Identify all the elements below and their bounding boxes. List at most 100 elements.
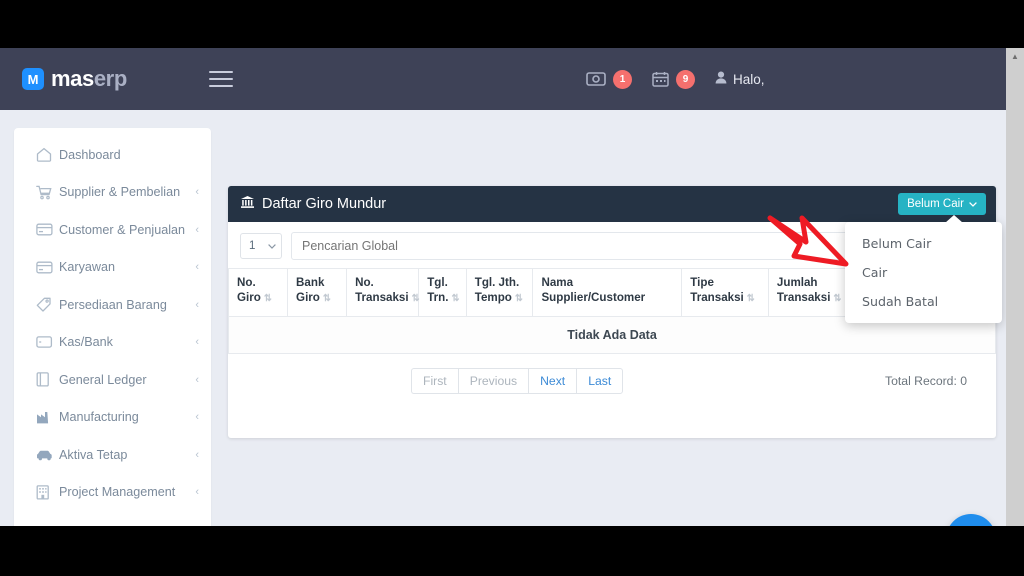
sidebar-item-general-ledger[interactable]: General Ledger ‹	[14, 361, 211, 399]
chevron-left-icon: ‹	[195, 336, 199, 349]
sort-icon: ⇅	[263, 292, 272, 304]
sidebar-item-label: Aktiva Tetap	[59, 447, 128, 462]
money-badge: 1	[613, 69, 632, 89]
chat-bubble-icon	[959, 524, 984, 526]
sort-icon: ⇅	[322, 292, 331, 304]
chevron-down-icon	[268, 242, 276, 251]
calendar-icon	[652, 71, 669, 87]
sidebar-item-project-management[interactable]: Project Management ‹	[14, 474, 211, 512]
card-icon	[36, 223, 59, 236]
chat-widget-button[interactable]	[946, 514, 996, 526]
dropdown-caret	[945, 215, 963, 223]
sort-icon: ⇅	[514, 292, 523, 304]
brand-mark-icon: M	[22, 68, 44, 90]
sidebar-item-label: Supplier & Pembelian	[59, 185, 181, 200]
col-label: Jumlah Transaksi	[776, 276, 831, 304]
chevron-left-icon: ‹	[195, 486, 199, 499]
sidebar-item-karyawan[interactable]: Karyawan ‹	[14, 249, 211, 287]
brand-name-bold: mas	[51, 66, 94, 91]
calendar-badge: 9	[676, 69, 695, 89]
book-icon	[36, 372, 59, 387]
col-tgl-trn[interactable]: Tgl. Trn. ⇅	[418, 268, 467, 317]
pager-next[interactable]: Next	[528, 368, 577, 394]
sidebar-item-label: Kas/Bank	[59, 335, 113, 350]
sidebar-item-label: Persediaan Barang	[59, 297, 167, 312]
dropdown-item-sudah-batal[interactable]: Sudah Batal	[845, 287, 1002, 316]
greeting-text: Halo,	[733, 71, 765, 87]
cart-icon	[36, 185, 59, 200]
sidebar-item-label: Manufacturing	[59, 410, 139, 425]
col-label: No. Transaksi	[355, 276, 409, 304]
chevron-left-icon: ‹	[195, 448, 199, 461]
money-notification[interactable]: 1	[586, 69, 632, 89]
sidebar-item-label: Karyawan	[59, 260, 116, 275]
navbar-actions: 1 9 Halo,	[586, 48, 765, 110]
col-tgl-jth-tempo[interactable]: Tgl. Jth. Tempo ⇅	[466, 268, 534, 317]
chevron-left-icon: ‹	[195, 223, 199, 236]
home-icon	[36, 147, 59, 162]
pagination: First Previous Next Last	[411, 368, 624, 394]
sidebar-item-aktiva-tetap[interactable]: Aktiva Tetap ‹	[14, 436, 211, 474]
app-viewport: M maserp 1 9 Halo, Dashboard Supplier & …	[0, 48, 1006, 526]
sidebar-item-manufacturing[interactable]: Manufacturing ‹	[14, 399, 211, 437]
card-header: Daftar Giro Mundur Belum Cair	[228, 186, 996, 222]
pager-last[interactable]: Last	[576, 368, 624, 394]
col-no-giro[interactable]: No. Giro ⇅	[227, 268, 289, 317]
status-filter-button[interactable]: Belum Cair	[898, 193, 986, 215]
dropdown-item-belum-cair[interactable]: Belum Cair	[845, 229, 1002, 258]
brand-name-dim: erp	[93, 66, 127, 91]
filter-button-label: Belum Cair	[907, 198, 964, 210]
col-no-transaksi[interactable]: No. Transaksi ⇅	[346, 268, 420, 317]
brand-logo[interactable]: M maserp	[22, 66, 127, 92]
sidebar-item-label: Project Management	[59, 485, 176, 500]
col-label: Tgl. Trn.	[427, 276, 449, 304]
top-navbar: M maserp 1 9 Halo,	[0, 48, 1006, 110]
sidebar-item-label: Customer & Penjualan	[59, 222, 186, 237]
page-size-value: 1	[249, 240, 256, 252]
chevron-left-icon: ‹	[195, 298, 199, 311]
sort-icon: ⇅	[833, 292, 841, 304]
chevron-left-icon: ‹	[195, 411, 199, 424]
factory-icon	[36, 411, 59, 424]
bank-icon	[240, 195, 255, 213]
dropdown-item-cair[interactable]: Cair	[845, 258, 1002, 287]
scroll-up-arrow-icon[interactable]: ▲	[1006, 48, 1024, 65]
sidebar-item-customer-penjualan[interactable]: Customer & Penjualan ‹	[14, 211, 211, 249]
col-tipe-transaksi[interactable]: Tipe Transaksi ⇅	[681, 268, 769, 317]
col-nama-supplier-customer[interactable]: Nama Supplier/Customer	[532, 268, 683, 317]
chevron-down-icon	[969, 198, 977, 210]
pager-previous[interactable]: Previous	[457, 368, 529, 394]
sort-icon: ⇅	[411, 292, 420, 304]
red-pointer-arrow	[766, 212, 852, 279]
col-label: No. Giro	[237, 276, 261, 304]
chevron-left-icon: ‹	[195, 261, 199, 274]
user-icon	[715, 71, 727, 87]
col-bank-giro[interactable]: Bank Giro ⇅	[287, 268, 348, 317]
sidebar-item-dashboard[interactable]: Dashboard	[14, 136, 211, 174]
hamburger-icon[interactable]	[208, 66, 233, 92]
tag-icon	[36, 297, 59, 312]
car-icon	[36, 449, 59, 461]
status-filter-dropdown: Belum Cair Cair Sudah Batal	[845, 222, 1002, 323]
sidebar-item-kas-bank[interactable]: Kas/Bank ‹	[14, 324, 211, 362]
pager-first[interactable]: First	[411, 368, 458, 394]
sort-icon: ⇅	[746, 292, 755, 304]
col-label: Nama Supplier/Customer	[541, 276, 646, 304]
calendar-notification[interactable]: 9	[652, 69, 695, 89]
page-size-select[interactable]: 1	[240, 233, 282, 259]
chevron-left-icon: ‹	[195, 186, 199, 199]
table-footer: First Previous Next Last Total Record: 0	[228, 354, 996, 394]
wallet-icon	[36, 335, 59, 349]
sort-icon: ⇅	[451, 292, 459, 304]
page-title: Daftar Giro Mundur	[240, 195, 386, 213]
sidebar: Dashboard Supplier & Pembelian ‹ Custome…	[14, 128, 211, 526]
sidebar-item-supplier-pembelian[interactable]: Supplier & Pembelian ‹	[14, 174, 211, 212]
sidebar-item-label: Dashboard	[59, 147, 121, 162]
col-label: Tipe Transaksi	[690, 276, 744, 304]
page-scrollbar[interactable]: ▲	[1006, 48, 1024, 526]
money-bill-icon	[586, 72, 606, 86]
chevron-left-icon: ‹	[195, 373, 199, 386]
sidebar-item-persediaan-barang[interactable]: Persediaan Barang ‹	[14, 286, 211, 324]
sidebar-item-label: General Ledger	[59, 372, 147, 387]
user-greeting[interactable]: Halo,	[715, 71, 765, 87]
